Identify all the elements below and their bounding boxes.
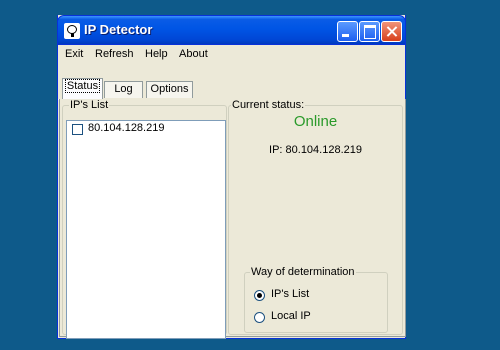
menu-about[interactable]: About: [179, 48, 208, 60]
current-ip-text: IP: 80.104.128.219: [269, 144, 362, 156]
app-icon: [64, 23, 80, 39]
ip-list-box[interactable]: 80.104.128.219: [66, 120, 226, 339]
window-title: IP Detector: [84, 22, 153, 37]
radio-local-ip-label[interactable]: Local IP: [271, 310, 311, 322]
maximize-button[interactable]: [359, 21, 380, 42]
current-status-title: Current status:: [231, 99, 306, 111]
radio-ips-list[interactable]: [254, 290, 265, 301]
menu-help[interactable]: Help: [145, 48, 168, 60]
radio-local-ip[interactable]: [254, 312, 265, 323]
status-panel: IP's List 80.104.128.219 Current status:…: [59, 99, 406, 339]
online-status-text: Online: [293, 113, 338, 130]
tab-options-label: Options: [150, 83, 189, 95]
ip-list-title: IP's List: [69, 99, 110, 111]
menu-refresh[interactable]: Refresh: [95, 48, 134, 60]
ip-list-group: IP's List 80.104.128.219: [62, 99, 227, 339]
menu-bar: Exit Refresh Help About: [58, 45, 405, 63]
minimize-button[interactable]: [337, 21, 358, 42]
title-bar[interactable]: IP Detector: [57, 15, 406, 45]
determination-group: Way of determination IP's List Local IP: [244, 266, 388, 333]
app-window: IP Detector Exit Refresh Help About Stat…: [57, 15, 406, 339]
tab-status[interactable]: Status: [62, 78, 103, 99]
tab-log[interactable]: Log: [104, 81, 143, 98]
tab-options[interactable]: Options: [146, 81, 193, 98]
tab-log-label: Log: [114, 83, 133, 95]
current-status-group: Current status: Online IP: 80.104.128.21…: [228, 99, 403, 335]
determination-title: Way of determination: [250, 266, 356, 278]
ip-checkbox[interactable]: [72, 124, 83, 135]
radio-ips-list-label[interactable]: IP's List: [271, 288, 309, 300]
tab-status-label: Status: [64, 79, 101, 93]
close-button[interactable]: [381, 21, 402, 42]
menu-exit[interactable]: Exit: [65, 48, 83, 60]
ip-list-item[interactable]: 80.104.128.219: [88, 122, 164, 134]
